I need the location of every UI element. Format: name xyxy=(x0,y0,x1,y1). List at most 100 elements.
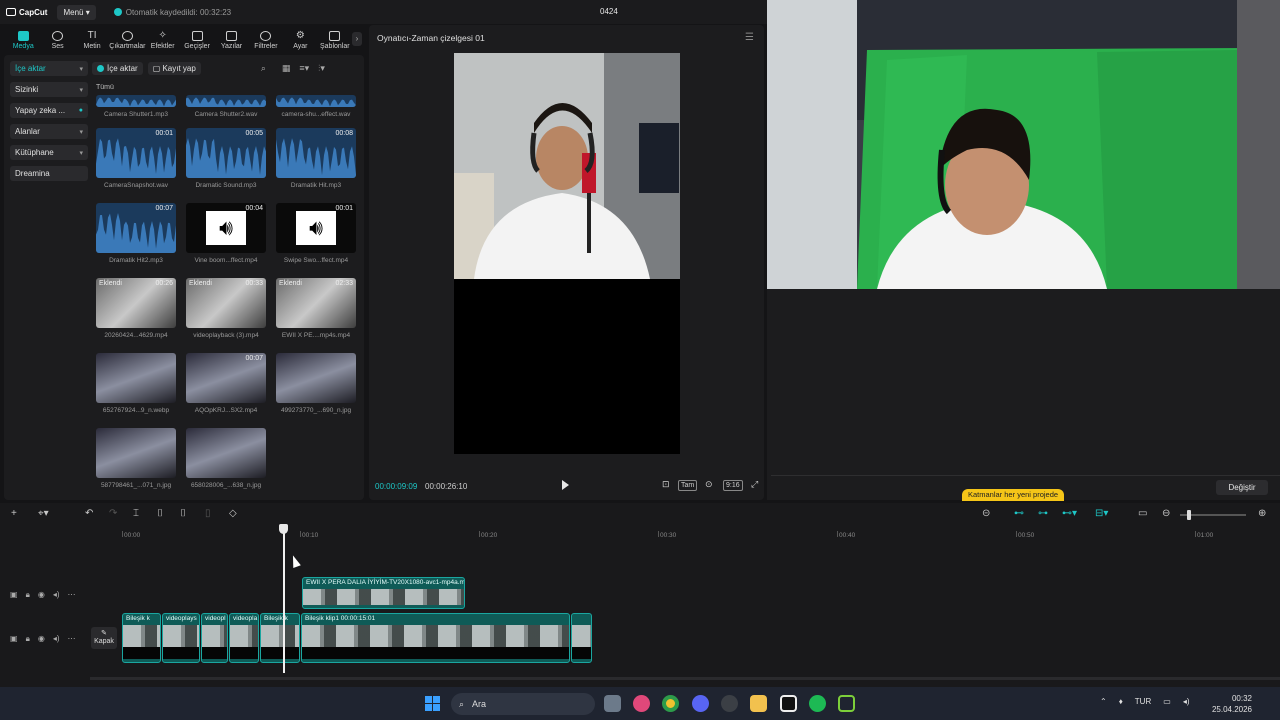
link-icon[interactable]: ⊶ xyxy=(1038,508,1048,519)
main-clip[interactable]: Bileşik k xyxy=(260,613,300,663)
fit-icon[interactable]: ⊡ xyxy=(660,480,672,491)
filter-icon[interactable]: ⫶▾ xyxy=(318,63,325,74)
monitor-icon[interactable]: ▭ xyxy=(1163,697,1171,706)
hamburger-menu-icon[interactable]: ☰ xyxy=(745,32,754,43)
sidebar-item-import[interactable]: İçe aktar ▾ xyxy=(10,61,88,76)
speaker-icon[interactable]: ◂) xyxy=(53,590,60,600)
volume-icon[interactable]: ◂) xyxy=(1183,697,1190,706)
tool-templates[interactable]: Şablonlar xyxy=(318,25,352,55)
search-icon[interactable]: ⌕ xyxy=(261,63,266,74)
main-clip[interactable]: Bileşik klip1 00:00:15:01 xyxy=(301,613,570,663)
discord-icon[interactable] xyxy=(692,695,709,712)
select-tool-icon[interactable]: ⌖▾ xyxy=(38,508,49,519)
media-item-thumbnail[interactable]: 00:05 xyxy=(186,128,266,178)
media-item-thumbnail[interactable]: 00:26 Eklendi xyxy=(96,278,176,328)
folder-icon[interactable] xyxy=(750,695,767,712)
snap-icon[interactable]: ⊷▾ xyxy=(1062,508,1077,519)
toolbar-more-chevron-icon[interactable]: › xyxy=(351,32,362,46)
tool-stickers[interactable]: Çıkartmalar xyxy=(109,25,145,55)
more-icon[interactable]: ⋯ xyxy=(68,634,76,644)
tool-filters[interactable]: Filtreler xyxy=(249,25,283,55)
timeline-scrollbar[interactable] xyxy=(90,677,1280,680)
more-icon[interactable]: ⋯ xyxy=(68,590,76,600)
eye-icon[interactable]: ◉ xyxy=(38,634,45,644)
main-clip[interactable]: videopla xyxy=(229,613,259,663)
sidebar-item-dreamina[interactable]: Dreamina xyxy=(10,166,88,181)
zoom-out-icon[interactable]: ⊖ xyxy=(1162,508,1170,519)
media-item-thumbnail[interactable] xyxy=(96,95,176,107)
media-item-thumbnail[interactable]: 02:33 Eklendi xyxy=(276,278,356,328)
media-item-thumbnail[interactable]: 00:07 xyxy=(96,203,176,253)
zoom-slider-handle[interactable] xyxy=(1187,510,1191,520)
main-clip[interactable]: videoplays xyxy=(162,613,200,663)
media-item-thumbnail[interactable] xyxy=(186,428,266,478)
media-item-thumbnail[interactable]: 00:01 xyxy=(96,128,176,178)
speaker-icon[interactable]: ◂) xyxy=(53,634,60,644)
task-view-icon[interactable] xyxy=(604,695,621,712)
track-thumb-icon[interactable]: ▣ xyxy=(10,590,18,600)
microphone-icon[interactable]: ♦ xyxy=(1119,697,1123,706)
sidebar-item-library[interactable]: Kütüphane ▾ xyxy=(10,145,88,160)
tab-all[interactable]: Tümü xyxy=(96,84,114,91)
tool-adjust[interactable]: ⚙ Ayar xyxy=(283,25,317,55)
split-right-icon[interactable]: ⌷ xyxy=(180,508,186,519)
playhead-handle[interactable] xyxy=(279,524,288,534)
sidebar-item-ai[interactable]: Yapay zeka ... ● xyxy=(10,103,88,118)
chevron-up-icon[interactable]: ⌃ xyxy=(1100,697,1107,706)
app-icon[interactable] xyxy=(633,695,650,712)
media-item-thumbnail[interactable]: 00:33 Eklendi xyxy=(186,278,266,328)
zoom-icon[interactable]: ⊙ xyxy=(703,480,715,491)
main-clip[interactable] xyxy=(571,613,592,663)
capcut-icon[interactable] xyxy=(780,695,797,712)
tool-text[interactable]: TI Metin xyxy=(75,25,109,55)
magnet-icon[interactable]: ⊷ xyxy=(1014,508,1024,519)
playhead[interactable] xyxy=(283,525,285,673)
media-item-thumbnail[interactable] xyxy=(276,353,356,403)
media-item-thumbnail[interactable] xyxy=(276,95,356,107)
shield-icon[interactable]: ◇ xyxy=(229,508,237,519)
windows-start-icon[interactable] xyxy=(425,696,441,712)
grid-view-icon[interactable]: ▦ xyxy=(282,63,291,74)
sidebar-item-yours[interactable]: Sizinki ▾ xyxy=(10,82,88,97)
tool-captions[interactable]: Yazılar xyxy=(214,25,248,55)
tool-effects[interactable]: ✧ Efektler xyxy=(145,25,179,55)
main-clip[interactable]: Bileşik k xyxy=(122,613,161,663)
taskbar-search[interactable]: ⌕ Ara xyxy=(451,693,595,715)
lock-icon[interactable]: 🔒︎ xyxy=(26,590,30,600)
media-item-thumbnail[interactable]: 00:07 xyxy=(186,353,266,403)
media-item-thumbnail[interactable] xyxy=(186,95,266,107)
eye-icon[interactable]: ◉ xyxy=(38,590,45,600)
menu-button[interactable]: Menü ▾ xyxy=(57,4,96,20)
split-icon[interactable]: ⌶ xyxy=(133,508,139,519)
change-button[interactable]: Değiştir xyxy=(1216,480,1268,495)
spotify-icon[interactable] xyxy=(809,695,826,712)
steam-icon[interactable] xyxy=(721,695,738,712)
taskbar-clock[interactable]: 00:32 25.04.2026 xyxy=(1208,693,1252,715)
caption-icon[interactable]: ▭ xyxy=(1138,508,1147,519)
media-item-thumbnail[interactable]: 🔊︎ 00:04 xyxy=(186,203,266,253)
media-item-thumbnail[interactable]: 🔊︎ 00:01 xyxy=(276,203,356,253)
fullscreen-icon[interactable]: ⤢ xyxy=(749,480,760,491)
media-item-thumbnail[interactable]: 00:08 xyxy=(276,128,356,178)
app-icon[interactable] xyxy=(838,695,855,712)
sort-icon[interactable]: ≡▾ xyxy=(299,63,309,74)
play-icon[interactable] xyxy=(562,480,569,490)
sidebar-item-spaces[interactable]: Alanlar ▾ xyxy=(10,124,88,139)
language-indicator[interactable]: TUR xyxy=(1135,697,1151,706)
preview-axis-icon[interactable]: ⊟▾ xyxy=(1095,508,1108,519)
tool-transitions[interactable]: Geçişler xyxy=(180,25,214,55)
lock-icon[interactable]: 🔒︎ xyxy=(26,634,30,644)
main-clip[interactable]: videopl xyxy=(201,613,228,663)
add-track-icon[interactable]: + xyxy=(11,508,17,519)
redo-icon[interactable]: ↷ xyxy=(109,508,117,519)
media-item-thumbnail[interactable] xyxy=(96,353,176,403)
cover-button[interactable]: ✎ Kapak xyxy=(91,627,117,649)
media-item-thumbnail[interactable] xyxy=(96,428,176,478)
aspect-ratio-button[interactable]: 9:16 xyxy=(723,480,743,491)
record-button[interactable]: ▢ Kayıt yap xyxy=(147,62,201,75)
undo-icon[interactable]: ↶ xyxy=(85,508,93,519)
import-button[interactable]: İçe aktar xyxy=(92,62,143,75)
track-thumb-icon[interactable]: ▣ xyxy=(10,634,18,644)
time-ruler[interactable]: 00:00 00:10 00:20 00:30 00:40 00:50 01:0… xyxy=(0,527,1280,541)
project-title[interactable]: 0424 xyxy=(600,7,618,16)
